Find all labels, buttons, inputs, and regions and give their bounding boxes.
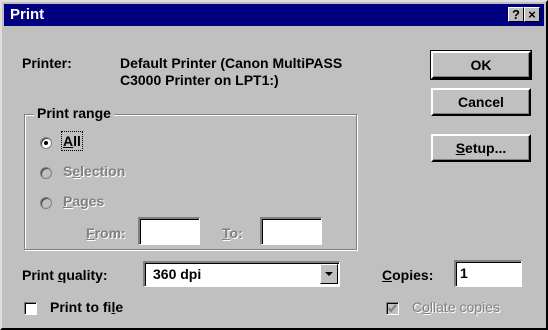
pages-mnemonic: P bbox=[63, 193, 73, 209]
print-quality-label: Print quality: bbox=[22, 267, 108, 283]
radio-selection-label: Selection bbox=[63, 163, 125, 179]
to-rest: o: bbox=[229, 225, 243, 241]
all-mnemonic: A bbox=[63, 133, 74, 149]
radio-all[interactable] bbox=[40, 137, 52, 149]
ok-button[interactable]: OK bbox=[430, 50, 532, 80]
print-dialog: Print ? × Printer: Default Printer (Cano… bbox=[0, 0, 548, 330]
file-pre: Print to fi bbox=[50, 299, 112, 315]
radio-selection[interactable] bbox=[40, 167, 52, 179]
pages-rest: ages bbox=[72, 193, 105, 209]
from-rest: rom: bbox=[94, 225, 126, 241]
setup-mnemonic: S bbox=[455, 140, 466, 156]
from-input[interactable] bbox=[138, 217, 200, 245]
to-label: To: bbox=[222, 225, 243, 241]
printer-label: Printer: bbox=[22, 55, 72, 71]
chevron-down-icon bbox=[325, 272, 333, 276]
print-quality-value: 360 dpi bbox=[153, 266, 202, 282]
all-rest: ll bbox=[73, 133, 81, 149]
help-button[interactable]: ? bbox=[508, 7, 524, 22]
selection-pre: S bbox=[63, 163, 73, 179]
to-input[interactable] bbox=[260, 217, 322, 245]
from-mnemonic: F bbox=[86, 225, 95, 241]
setup-label: etup... bbox=[465, 140, 507, 156]
collate-copies-checkbox[interactable] bbox=[386, 302, 399, 315]
print-to-file-label[interactable]: Print to file bbox=[50, 299, 123, 315]
dialog-title: Print bbox=[10, 6, 45, 23]
copies-label: Copies: bbox=[382, 267, 433, 283]
printer-name: Default Printer (Canon MultiPASS C3000 P… bbox=[120, 55, 342, 89]
collate-mnemonic: o bbox=[422, 299, 430, 315]
radio-pages-label: Pages bbox=[63, 193, 104, 209]
radio-pages[interactable] bbox=[40, 197, 52, 209]
quality-rest: uality: bbox=[66, 267, 108, 283]
printer-name-line2: C3000 Printer on LPT1:) bbox=[120, 72, 279, 88]
copies-rest: opies: bbox=[392, 267, 434, 283]
file-rest: e bbox=[115, 299, 124, 315]
collate-rest: llate copies bbox=[429, 299, 500, 315]
print-range-title: Print range bbox=[34, 105, 114, 121]
copies-input[interactable]: 1 bbox=[454, 260, 522, 287]
printer-name-line1: Default Printer (Canon MultiPASS bbox=[120, 55, 343, 71]
cancel-button[interactable]: Cancel bbox=[431, 88, 531, 116]
selection-mnemonic: e bbox=[72, 163, 81, 179]
print-to-file-checkbox[interactable] bbox=[24, 302, 37, 315]
selection-rest: lection bbox=[80, 163, 126, 179]
from-label: From: bbox=[86, 225, 126, 241]
dropdown-button[interactable] bbox=[320, 264, 338, 284]
collate-pre: C bbox=[412, 299, 423, 315]
copies-value: 1 bbox=[460, 265, 468, 281]
to-mnemonic: T bbox=[222, 225, 230, 241]
radio-all-label[interactable]: All bbox=[61, 131, 83, 151]
title-bar[interactable]: Print ? × bbox=[4, 4, 544, 26]
radio-all-dot bbox=[44, 141, 48, 145]
setup-button[interactable]: Setup... bbox=[431, 134, 531, 162]
copies-mnemonic: C bbox=[382, 267, 393, 283]
collate-copies-label: Collate copies bbox=[412, 299, 500, 315]
checkmark-icon bbox=[388, 304, 397, 313]
print-quality-select[interactable]: 360 dpi bbox=[143, 261, 340, 287]
quality-pre: Print bbox=[22, 267, 58, 283]
close-button[interactable]: × bbox=[524, 7, 540, 22]
